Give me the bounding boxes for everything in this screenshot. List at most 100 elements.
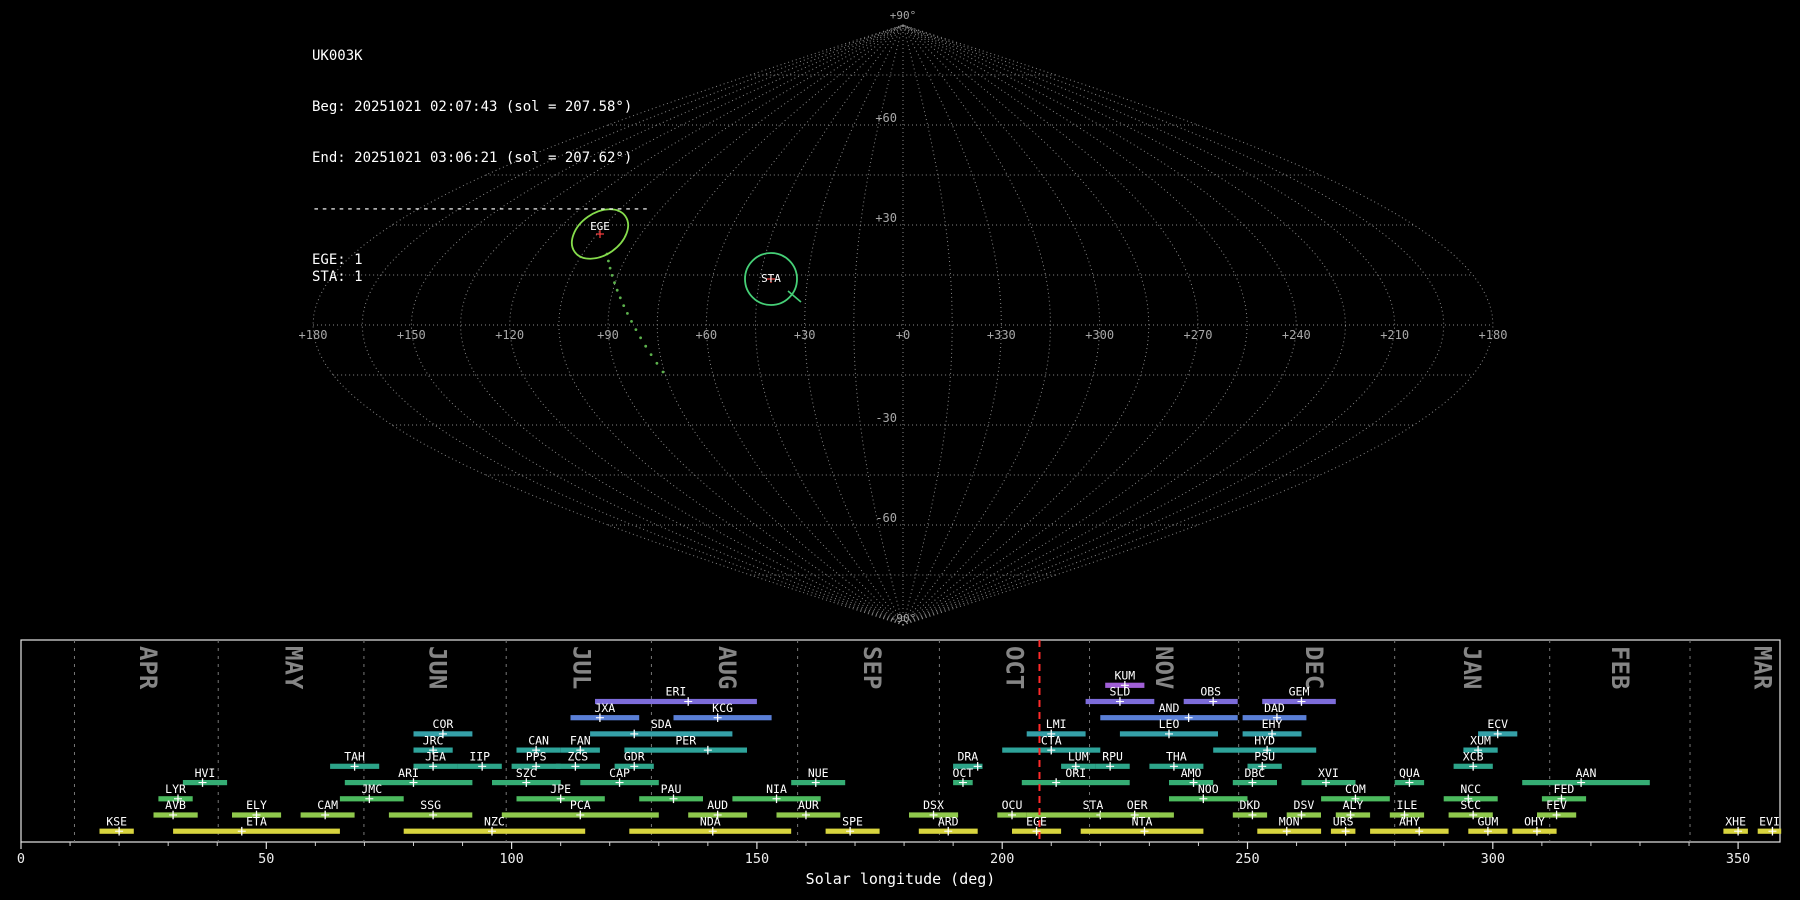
shower-label: PSU [1254, 750, 1275, 764]
shower-label: PAU [661, 782, 682, 796]
shower-label: ETA [246, 814, 267, 828]
shower-label: GEM [1289, 685, 1310, 699]
shower-label: ORI [1065, 766, 1086, 780]
x-tick-label: 300 [1481, 851, 1505, 867]
trail-dot [650, 353, 653, 356]
shower-label: CAP [609, 766, 630, 780]
separator-line: ---------------------------------------- [312, 201, 649, 218]
month-label-aug: AUG [713, 646, 741, 689]
shower-label: HVI [195, 766, 216, 780]
shower-label: NUE [808, 766, 829, 780]
shower-label: CAM [317, 798, 338, 812]
shower-label: JEA [425, 750, 446, 764]
month-label-mar: MAR [1749, 646, 1777, 690]
shower-bar [590, 731, 732, 736]
radiant-label: STA [761, 272, 781, 285]
shower-label: SCC [1460, 798, 1481, 812]
shower-label: ARI [398, 766, 419, 780]
lat-label: +30 [875, 211, 897, 225]
observation-header: UK003K Beg: 20251021 02:07:43 (sol = 207… [312, 14, 649, 303]
shower-label: IIP [469, 750, 490, 764]
shower-label: NDA [700, 814, 721, 828]
lon-label: +60 [695, 328, 717, 342]
shower-ori: ORI [1022, 766, 1130, 787]
x-tick-label: 150 [745, 851, 769, 867]
shower-hvi: HVI [183, 766, 227, 787]
shower-xcb: XCB [1454, 750, 1493, 771]
lon-label: +210 [1380, 328, 1409, 342]
meridian-line [903, 25, 1247, 625]
shower-label: OCT [953, 766, 974, 780]
radiant-sta: STA [745, 253, 797, 305]
shower-aan: AAN [1522, 766, 1650, 787]
shower-label: XUM [1470, 733, 1491, 747]
lon-label: +270 [1184, 328, 1213, 342]
shower-bar [571, 715, 640, 720]
shower-xhe: XHE [1723, 814, 1748, 835]
shower-urs: URS [1331, 814, 1356, 835]
shower-bar [1370, 829, 1449, 834]
pole-label-south: -90° [890, 612, 917, 625]
shower-label: NCC [1460, 782, 1481, 796]
shower-label: AUR [798, 798, 819, 812]
shower-count-list: EGE: 1STA: 1 [312, 252, 649, 286]
shower-label: AND [1159, 701, 1180, 715]
lat-label: +60 [875, 111, 897, 125]
shower-label: TAH [344, 750, 365, 764]
shower-label: AMO [1181, 766, 1202, 780]
lon-label: +150 [397, 328, 426, 342]
trail-dot [656, 362, 659, 365]
shower-count-ege: EGE: 1 [312, 252, 649, 269]
shower-evi: EVI [1758, 814, 1782, 835]
shower-label: ELY [246, 798, 267, 812]
shower-label: JXA [594, 701, 615, 715]
shower-rpu: RPU [1095, 750, 1129, 771]
shower-label: SLD [1110, 685, 1131, 699]
shower-bar [1522, 780, 1650, 785]
trail-dot [635, 328, 638, 331]
shower-qua: QUA [1395, 766, 1424, 787]
lon-label: +120 [495, 328, 524, 342]
shower-label: OBS [1200, 685, 1221, 699]
shower-bar [674, 715, 772, 720]
shower-label: CTA [1041, 733, 1062, 747]
shower-ahy: AHY [1370, 814, 1449, 835]
shower-label: DAD [1264, 701, 1285, 715]
shower-label: FED [1554, 782, 1575, 796]
shower-bar [1169, 796, 1248, 801]
shower-label: ILE [1397, 798, 1418, 812]
shower-label: PPS [526, 750, 547, 764]
begin-time-line: Beg: 20251021 02:07:43 (sol = 207.58°) [312, 99, 649, 116]
meridian-line [903, 25, 952, 625]
station-id: UK003K [312, 48, 649, 65]
trail-dot [626, 312, 629, 315]
trail-dot [644, 345, 647, 348]
shower-bars: KUMERISLDOBSGEMJXAKCGANDDADCORSDALMILEOE… [100, 669, 1782, 836]
shower-label: AVB [165, 798, 186, 812]
shower-jea: JEA [414, 750, 458, 771]
shower-label: XVI [1318, 766, 1339, 780]
lon-label: +240 [1282, 328, 1311, 342]
shower-label: COM [1345, 782, 1366, 796]
month-label-sep: SEP [858, 646, 886, 689]
month-label-nov: NOV [1150, 646, 1178, 689]
month-label-dec: DEC [1300, 646, 1328, 689]
shower-kse: KSE [100, 814, 134, 835]
shower-label: LUM [1068, 750, 1089, 764]
shower-label: LEO [1159, 717, 1180, 731]
lon-label: +30 [794, 328, 816, 342]
trail-dot [622, 304, 625, 307]
shower-label: DSX [923, 798, 944, 812]
shower-bar [1022, 780, 1130, 785]
shower-label: URS [1333, 814, 1354, 828]
shower-label: RPU [1102, 750, 1123, 764]
shower-oct: OCT [953, 766, 974, 787]
shower-count-sta: STA: 1 [312, 269, 649, 286]
shower-label: SPE [842, 814, 863, 828]
shower-label: KSE [106, 814, 127, 828]
shower-label: EVI [1759, 814, 1780, 828]
month-label-jun: JUN [424, 646, 452, 689]
shower-label: LMI [1046, 717, 1067, 731]
month-label-jul: JUL [567, 646, 595, 689]
shower-label: PER [675, 733, 696, 747]
